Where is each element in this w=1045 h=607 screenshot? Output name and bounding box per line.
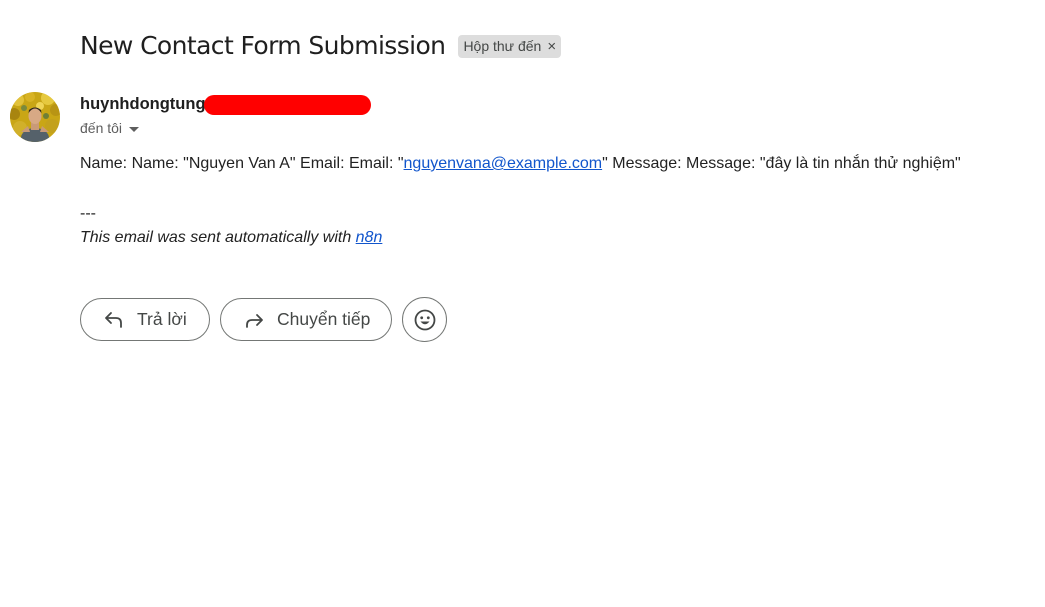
email-view: New Contact Form Submission Hộp thư đến … bbox=[0, 0, 1045, 607]
sender-name[interactable]: huynhdongtung bbox=[80, 95, 206, 114]
email-address-link[interactable]: nguyenvana@example.com bbox=[404, 155, 603, 172]
signature-text: This email was sent automatically with bbox=[80, 229, 356, 246]
redaction-mark bbox=[203, 94, 371, 115]
signature-divider: --- bbox=[80, 205, 96, 222]
label-chip-text: Hộp thư đến bbox=[463, 38, 542, 54]
reply-label: Trả lời bbox=[137, 309, 187, 329]
sender-row: huynhdongtung bbox=[80, 93, 371, 115]
avatar-photo bbox=[10, 92, 60, 142]
avatar[interactable] bbox=[10, 92, 60, 142]
remove-label-icon[interactable]: × bbox=[547, 39, 556, 54]
emoji-icon bbox=[414, 309, 435, 330]
forward-label: Chuyển tiếp bbox=[277, 309, 371, 329]
caret-down-icon[interactable] bbox=[129, 126, 140, 132]
email-signature: This email was sent automatically with n… bbox=[80, 229, 382, 247]
recipient-text: đến tôi bbox=[80, 120, 123, 136]
recipient-details-toggle[interactable]: đến tôi bbox=[80, 120, 140, 136]
reply-button[interactable]: Trả lời bbox=[80, 298, 210, 341]
subject-row: New Contact Form Submission Hộp thư đến … bbox=[80, 31, 562, 60]
action-bar: Trả lời Chuyển tiếp bbox=[80, 297, 447, 342]
label-chip-inbox[interactable]: Hộp thư đến × bbox=[458, 35, 562, 58]
body-part-1: Name: Name: "Nguyen Van A" Email: Email:… bbox=[80, 155, 404, 172]
email-subject: New Contact Form Submission bbox=[80, 31, 446, 60]
forward-icon bbox=[243, 309, 265, 331]
body-part-2: " Message: Message: "đây là tin nhắn thử… bbox=[602, 155, 961, 172]
n8n-link[interactable]: n8n bbox=[356, 229, 383, 246]
reply-icon bbox=[103, 309, 125, 331]
emoji-reaction-button[interactable] bbox=[402, 297, 447, 342]
forward-button[interactable]: Chuyển tiếp bbox=[220, 298, 392, 341]
email-body: Name: Name: "Nguyen Van A" Email: Email:… bbox=[80, 155, 961, 173]
